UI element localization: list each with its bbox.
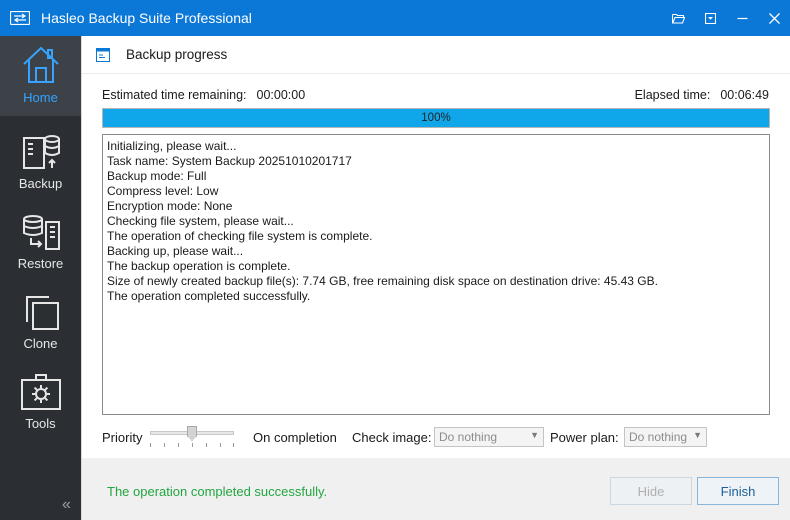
clone-icon xyxy=(25,296,59,330)
finish-button[interactable]: Finish xyxy=(697,477,779,505)
open-folder-button[interactable] xyxy=(662,0,694,36)
footer: The operation completed successfully. Hi… xyxy=(82,458,790,520)
sidebar-item-label: Restore xyxy=(17,256,64,271)
log-line: Compress level: Low xyxy=(107,184,219,198)
elapsed-time: Elapsed time: 00:06:49 xyxy=(635,88,769,102)
priority-slider[interactable] xyxy=(150,426,234,449)
check-image-select[interactable]: Do nothing ▼ xyxy=(434,427,544,447)
power-plan-value: Do nothing xyxy=(629,430,688,444)
slider-thumb[interactable] xyxy=(187,426,197,441)
restore-icon xyxy=(22,215,60,250)
log-line: The operation completed successfully. xyxy=(107,289,311,303)
chevron-down-icon: ▼ xyxy=(530,430,539,440)
sidebar-item-backup[interactable]: Backup xyxy=(0,124,81,204)
log-line: Checking file system, please wait... xyxy=(107,214,294,228)
window-title: Hasleo Backup Suite Professional xyxy=(41,10,252,26)
close-button[interactable] xyxy=(758,0,790,36)
check-image-value: Do nothing xyxy=(439,430,498,444)
folder-icon xyxy=(671,13,685,24)
elapsed-time-value: 00:06:49 xyxy=(720,88,769,102)
dropdown-icon xyxy=(704,12,716,24)
progress-bar: 100% xyxy=(102,108,770,128)
tools-icon xyxy=(20,374,61,410)
section-title: Backup progress xyxy=(126,47,228,62)
power-plan-label: Power plan: xyxy=(550,430,619,445)
status-message: The operation completed successfully. xyxy=(107,484,328,499)
title-bar: Hasleo Backup Suite Professional xyxy=(0,0,790,36)
log-line: Initializing, please wait... xyxy=(107,139,237,153)
estimated-time-value: 00:00:00 xyxy=(256,88,306,102)
main-panel: Backup progress Estimated time remaining… xyxy=(81,36,790,520)
collapse-sidebar-button[interactable]: « xyxy=(62,496,71,514)
log-line: Backing up, please wait... xyxy=(107,244,244,258)
sidebar-item-label: Home xyxy=(23,90,58,105)
menu-dropdown-button[interactable] xyxy=(694,0,726,36)
minimize-icon xyxy=(737,17,747,19)
home-icon xyxy=(22,46,59,83)
sidebar-item-restore[interactable]: Restore xyxy=(0,204,81,284)
sidebar-item-label: Backup xyxy=(18,176,63,191)
elapsed-time-label: Elapsed time: xyxy=(634,88,711,102)
sidebar: Home Backup Restore Clone Tools « xyxy=(0,36,81,520)
minimize-button[interactable] xyxy=(726,0,758,36)
options-row: Priority On completion Check image: Do n… xyxy=(102,426,770,449)
log-line: The backup operation is complete. xyxy=(107,259,291,273)
chevron-down-icon: ▼ xyxy=(693,430,702,440)
priority-label: Priority xyxy=(102,430,143,445)
estimated-time-label: Estimated time remaining: xyxy=(102,88,247,102)
log-line: Backup mode: Full xyxy=(107,169,207,183)
close-icon xyxy=(768,12,780,24)
log-output[interactable]: Initializing, please wait... Task name: S… xyxy=(102,134,770,415)
section-header: Backup progress xyxy=(82,36,790,74)
log-line: Encryption mode: None xyxy=(107,199,233,213)
hide-button[interactable]: Hide xyxy=(610,477,692,505)
log-line: Size of newly created backup file(s): 7.… xyxy=(107,274,658,288)
sidebar-item-tools[interactable]: Tools xyxy=(0,364,81,444)
log-line: The operation of checking file system is… xyxy=(107,229,373,243)
estimated-time: Estimated time remaining: 00:00:00 xyxy=(102,88,305,102)
backup-progress-icon xyxy=(96,47,110,62)
progress-text: 100% xyxy=(421,112,451,124)
sidebar-item-clone[interactable]: Clone xyxy=(0,284,81,364)
check-image-label: Check image: xyxy=(352,430,432,445)
log-line: Task name: System Backup 20251010201717 xyxy=(107,154,352,168)
sidebar-item-label: Clone xyxy=(23,336,58,351)
sidebar-item-home[interactable]: Home xyxy=(0,36,81,116)
on-completion-label: On completion xyxy=(253,430,337,445)
app-logo-icon xyxy=(10,11,30,25)
sidebar-item-label: Tools xyxy=(25,416,56,431)
power-plan-select[interactable]: Do nothing ▼ xyxy=(624,427,707,447)
slider-ticks xyxy=(150,443,234,447)
backup-icon xyxy=(22,135,60,169)
